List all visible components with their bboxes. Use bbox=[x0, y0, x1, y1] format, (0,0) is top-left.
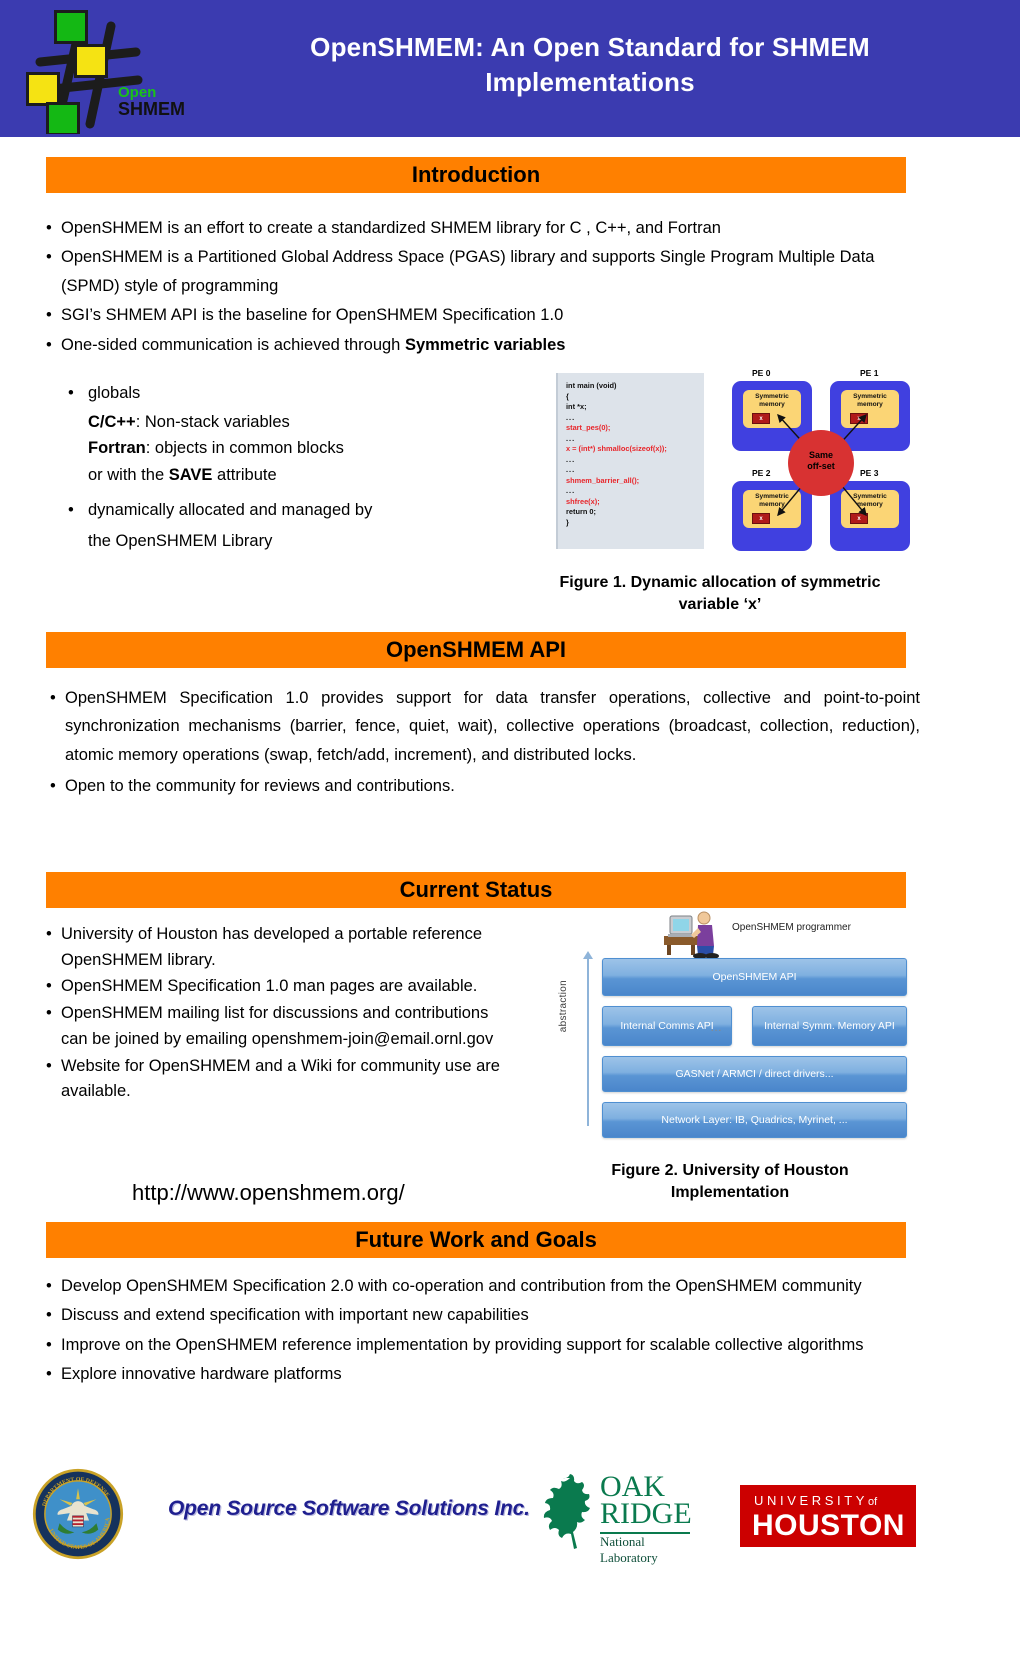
introduction-sub-bullets: globals C/C++: Non-stack variables Fortr… bbox=[66, 380, 526, 554]
bullet4-bold: Symmetric variables bbox=[404, 335, 566, 354]
code-line: } bbox=[566, 517, 569, 527]
fortran-rest: : objects in common blocks bbox=[145, 439, 344, 458]
sub-item-globals: globals bbox=[88, 384, 141, 402]
programmer-label: OpenSHMEM programmer bbox=[732, 922, 851, 933]
list-item: Website for OpenSHMEM and a Wiki for com… bbox=[46, 1054, 516, 1105]
code-line: return 0; bbox=[566, 507, 596, 517]
fortran-bold: Fortran bbox=[88, 439, 146, 458]
programmer-icon bbox=[664, 911, 719, 958]
save-pre: or with the bbox=[88, 466, 169, 485]
layer-openshmem-api: OpenSHMEM API bbox=[602, 958, 907, 996]
uh-university-text: UNIVERSITYof bbox=[754, 1493, 877, 1508]
code-line: int *x; bbox=[566, 402, 587, 412]
page-title-line2: Implementations bbox=[485, 67, 695, 98]
code-line: shmem_barrier_all(); bbox=[566, 475, 640, 485]
pe-diagram: PE 0 Symmetric memory x PE 1 Symmetric m… bbox=[722, 368, 920, 558]
dod-seal-icon: DEPARTMENT OF DEFENSE UNITED STATES OF A… bbox=[32, 1468, 124, 1560]
section-banner-future: Future Work and Goals bbox=[46, 1222, 906, 1258]
list-item: OpenSHMEM Specification 1.0 man pages ar… bbox=[46, 974, 516, 1000]
list-item: Explore innovative hardware platforms bbox=[46, 1360, 912, 1389]
code-line: ... bbox=[566, 454, 576, 464]
university-of-houston-logo: UNIVERSITYof HOUSTON bbox=[740, 1485, 916, 1547]
figure-1-caption-line1: Figure 1. Dynamic allocation of symmetri… bbox=[559, 574, 881, 591]
figure-2-caption-line2: Implementation bbox=[670, 1183, 790, 1201]
cc-rest: : Non-stack variables bbox=[135, 412, 290, 431]
code-line: int main (void) bbox=[566, 381, 617, 390]
code-line: start_pes(0); bbox=[566, 423, 611, 433]
open-source-software-solutions-label: Open Source Software Solutions Inc. bbox=[168, 1497, 530, 1520]
page-title-line1: OpenSHMEM: An Open Standard for SHMEM bbox=[310, 32, 870, 62]
oak-ridge-logo: OAK RIDGE National Laboratory bbox=[540, 1468, 700, 1565]
save-bold: SAVE bbox=[168, 466, 213, 485]
ornl-ridge-text: RIDGE bbox=[600, 1497, 692, 1530]
figure-1: int main (void) { int *x; ... start_pes(… bbox=[552, 368, 920, 558]
list-item: SGI’s SHMEM API is the baseline for Open… bbox=[46, 301, 921, 330]
list-item: OpenSHMEM mailing list for discussions a… bbox=[46, 1001, 516, 1052]
figure-1-caption: Figure 1. Dynamic allocation of symmetri… bbox=[500, 572, 940, 615]
code-line: x = (int*) shmalloc(sizeof(x)); bbox=[566, 444, 667, 454]
same-offset-line2: off-set bbox=[807, 461, 835, 472]
uh-of-word: of bbox=[868, 1496, 878, 1508]
openshmem-logo: Open SHMEM bbox=[18, 4, 198, 134]
section-banner-status: Current Status bbox=[46, 872, 906, 908]
list-item: dynamically allocated and managed by bbox=[66, 497, 526, 524]
list-item: Improve on the OpenSHMEM reference imple… bbox=[46, 1331, 912, 1360]
save-post: attribute bbox=[212, 466, 277, 485]
same-offset-line1: Same bbox=[808, 450, 834, 460]
openshmem-website-url[interactable]: http://www.openshmem.org/ bbox=[132, 1180, 405, 1206]
bullet4-prefix: One-sided communication is achieved thro… bbox=[61, 335, 405, 354]
code-line: ... bbox=[566, 465, 576, 475]
list-item: OpenSHMEM is a Partitioned Global Addres… bbox=[46, 243, 921, 300]
list-item: Develop OpenSHMEM Specification 2.0 with… bbox=[46, 1272, 912, 1301]
uh-university-word: UNIVERSITY bbox=[754, 1493, 869, 1508]
ornl-national-lab-text: National Laboratory bbox=[600, 1534, 658, 1565]
code-sample: int main (void) { int *x; ... start_pes(… bbox=[556, 373, 704, 549]
sub-item-dynamic: dynamically allocated and managed by bbox=[88, 500, 373, 519]
list-item: OpenSHMEM Specification 1.0 provides sup… bbox=[50, 684, 920, 769]
abstraction-axis-label: abstraction bbox=[558, 980, 569, 1033]
code-line: shfree(x); bbox=[566, 496, 600, 506]
layer-internal-symm-memory-api: Internal Symm. Memory API bbox=[752, 1006, 907, 1046]
page-title: OpenSHMEM: An Open Standard for SHMEM Im… bbox=[180, 30, 1000, 100]
list-item: OpenSHMEM is an effort to create a stand… bbox=[46, 214, 921, 243]
figure-2-caption: Figure 2. University of Houston Implemen… bbox=[565, 1160, 895, 1203]
cc-bold: C/C++ bbox=[88, 412, 136, 431]
section-banner-introduction: Introduction bbox=[46, 157, 906, 193]
oak-leaf-icon bbox=[543, 1474, 590, 1549]
sub-detail-fortran: Fortran: objects in common blocks bbox=[66, 435, 526, 462]
future-bullets: Develop OpenSHMEM Specification 2.0 with… bbox=[46, 1272, 912, 1390]
sub-item-dynamic-line2: the OpenSHMEM Library bbox=[88, 531, 273, 550]
introduction-bullets: OpenSHMEM is an effort to create a stand… bbox=[46, 214, 921, 360]
api-bullets: OpenSHMEM Specification 1.0 provides sup… bbox=[50, 684, 920, 802]
code-line: ... bbox=[566, 486, 576, 496]
layer-network: Network Layer: IB, Quadrics, Myrinet, ..… bbox=[602, 1102, 907, 1138]
uh-houston-text: HOUSTON bbox=[752, 1509, 905, 1542]
same-offset-badge: Same off-set bbox=[788, 430, 854, 496]
abstraction-axis-arrow bbox=[583, 951, 593, 1126]
logo-shmem-text: SHMEM bbox=[118, 99, 185, 119]
list-item: One-sided communication is achieved thro… bbox=[46, 331, 921, 360]
poster-header: Open SHMEM OpenSHMEM: An Open Standard f… bbox=[0, 0, 1020, 137]
figure-1-caption-line2: variable ‘x’ bbox=[678, 595, 762, 613]
code-line: ... bbox=[566, 412, 576, 422]
list-item: Open to the community for reviews and co… bbox=[50, 772, 920, 801]
figure-2-caption-line1: Figure 2. University of Houston bbox=[611, 1162, 849, 1179]
status-bullets: University of Houston has developed a po… bbox=[46, 922, 516, 1106]
layer-separator-dots: … bbox=[710, 1020, 723, 1034]
code-line: ... bbox=[566, 433, 576, 443]
layer-gasnet-armci: GASNet / ARMCI / direct drivers... bbox=[602, 1056, 907, 1092]
figure-2: OpenSHMEM programmer abstraction OpenSHM… bbox=[540, 908, 920, 1143]
sub-detail-cc: C/C++: Non-stack variables bbox=[66, 409, 526, 436]
list-item: Discuss and extend specification with im… bbox=[46, 1301, 912, 1330]
list-item: globals bbox=[66, 380, 526, 407]
code-line: { bbox=[566, 391, 569, 401]
sub-detail-save: or with the SAVE attribute bbox=[66, 462, 526, 489]
section-banner-api: OpenSHMEM API bbox=[46, 632, 906, 668]
list-item: University of Houston has developed a po… bbox=[46, 922, 516, 973]
